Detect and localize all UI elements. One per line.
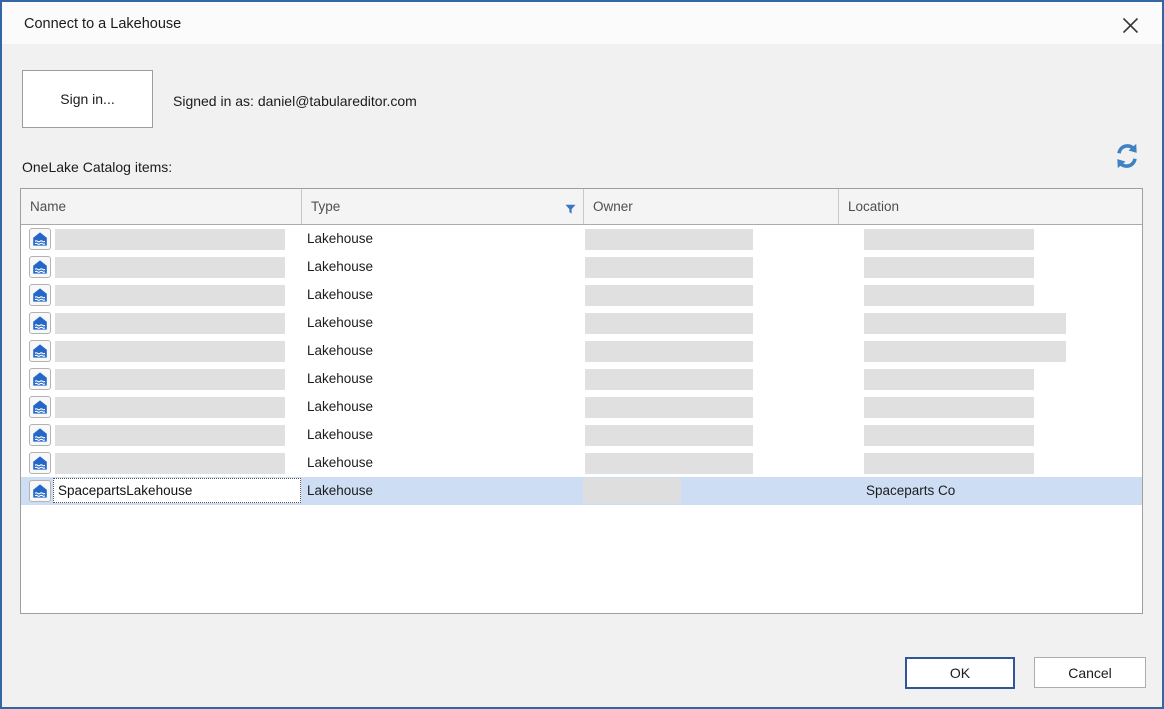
column-header-type[interactable]: Type: [302, 189, 584, 224]
column-header-type-label: Type: [311, 199, 340, 214]
redacted-owner-bar: [585, 229, 753, 250]
ok-button[interactable]: OK: [905, 657, 1015, 689]
table-row[interactable]: Lakehouse: [21, 393, 1142, 421]
redacted-name-bar: [55, 425, 285, 446]
cancel-button[interactable]: Cancel: [1034, 657, 1146, 688]
redacted-name-bar: [55, 257, 285, 278]
redacted-location-bar: [864, 397, 1034, 418]
row-type: Lakehouse: [307, 309, 373, 337]
redacted-location-bar: [864, 229, 1034, 250]
row-type: Lakehouse: [307, 393, 373, 421]
redacted-owner-bar: [585, 285, 753, 306]
redacted-name-bar: [55, 453, 285, 474]
table-row[interactable]: Lakehouse: [21, 421, 1142, 449]
close-icon[interactable]: [1116, 12, 1144, 38]
row-type: Lakehouse: [307, 253, 373, 281]
filter-icon[interactable]: [565, 193, 576, 228]
lakehouse-icon: [29, 396, 51, 418]
row-type: Lakehouse: [307, 225, 373, 253]
refresh-icon[interactable]: [1112, 142, 1142, 172]
lakehouse-icon: [29, 424, 51, 446]
row-type: Lakehouse: [307, 421, 373, 449]
redacted-name-bar: [55, 229, 285, 250]
table-row[interactable]: Lakehouse: [21, 225, 1142, 253]
lakehouse-icon: [29, 480, 51, 502]
dialog-title: Connect to a Lakehouse: [24, 16, 181, 32]
row-type: Lakehouse: [307, 281, 373, 309]
redacted-name-bar: [55, 285, 285, 306]
row-name: SpacepartsLakehouse: [58, 483, 192, 498]
row-type: Lakehouse: [307, 449, 373, 477]
redacted-owner-bar: [585, 453, 753, 474]
table-row[interactable]: Lakehouse: [21, 309, 1142, 337]
lakehouse-icon: [29, 284, 51, 306]
redacted-location-bar: [864, 369, 1034, 390]
column-header-location[interactable]: Location: [839, 189, 1142, 224]
redacted-owner-bar: [585, 341, 753, 362]
table-row[interactable]: Lakehouse: [21, 337, 1142, 365]
redacted-owner-bar: [583, 478, 681, 504]
table-row[interactable]: Lakehouse: [21, 449, 1142, 477]
table-row[interactable]: Lakehouse: [21, 365, 1142, 393]
lakehouse-icon: [29, 340, 51, 362]
row-type: Lakehouse: [307, 365, 373, 393]
onelake-catalog-label: OneLake Catalog items:: [22, 159, 172, 175]
table-row[interactable]: SpacepartsLakehouse Lakehouse Spaceparts…: [21, 477, 1142, 505]
signed-in-status: Signed in as: daniel@tabulareditor.com: [173, 93, 417, 109]
catalog-table: Name Type Owner Location Lakehouse: [20, 188, 1143, 614]
redacted-owner-bar: [585, 257, 753, 278]
redacted-name-bar: [55, 313, 285, 334]
redacted-location-bar: [864, 285, 1034, 306]
redacted-location-bar: [864, 425, 1034, 446]
lakehouse-icon: [29, 368, 51, 390]
redacted-name-bar: [55, 397, 285, 418]
name-cell[interactable]: SpacepartsLakehouse: [53, 478, 301, 503]
column-header-name[interactable]: Name: [21, 189, 302, 224]
sync-arrows-glyph: [1113, 142, 1141, 170]
redacted-name-bar: [55, 341, 285, 362]
table-body: Lakehouse Lakehouse Lakeho: [21, 225, 1142, 505]
close-x-glyph: [1122, 17, 1139, 34]
lakehouse-icon: [29, 452, 51, 474]
redacted-owner-bar: [585, 425, 753, 446]
column-header-owner[interactable]: Owner: [584, 189, 839, 224]
redacted-owner-bar: [585, 313, 753, 334]
redacted-location-bar: [864, 341, 1066, 362]
lakehouse-icon: [29, 312, 51, 334]
lakehouse-icon: [29, 228, 51, 250]
table-row[interactable]: Lakehouse: [21, 253, 1142, 281]
redacted-location-bar: [864, 313, 1066, 334]
redacted-owner-bar: [585, 397, 753, 418]
redacted-location-bar: [864, 453, 1034, 474]
table-row[interactable]: Lakehouse: [21, 281, 1142, 309]
row-location: Spaceparts Co: [866, 477, 955, 505]
redacted-location-bar: [864, 257, 1034, 278]
lakehouse-icon: [29, 256, 51, 278]
row-type: Lakehouse: [307, 337, 373, 365]
redacted-owner-bar: [585, 369, 753, 390]
table-header: Name Type Owner Location: [21, 189, 1142, 225]
connect-lakehouse-dialog: Connect to a Lakehouse Sign in... Signed…: [0, 0, 1164, 709]
redacted-name-bar: [55, 369, 285, 390]
row-type: Lakehouse: [307, 477, 373, 505]
sign-in-button[interactable]: Sign in...: [22, 70, 153, 128]
